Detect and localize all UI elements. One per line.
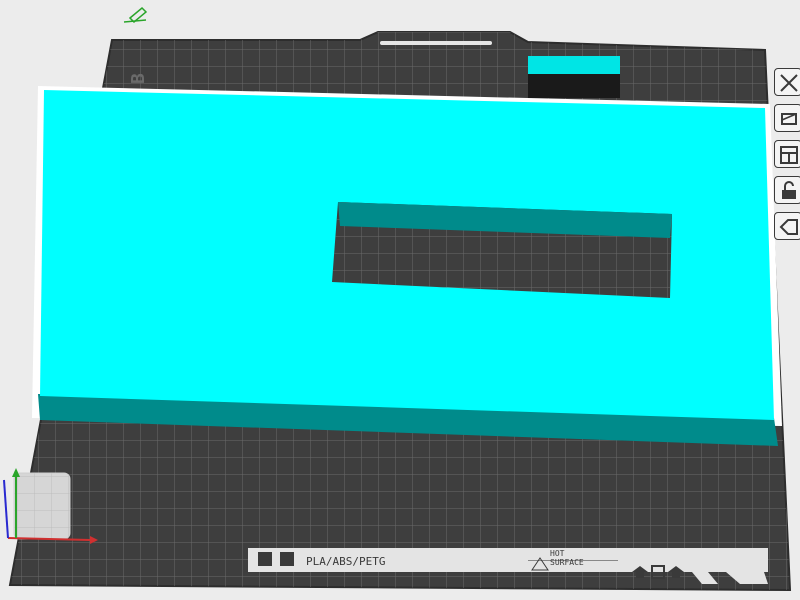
reslice-button[interactable]: [774, 104, 800, 132]
lock-button[interactable]: [774, 176, 800, 204]
bed-handle: [380, 41, 492, 45]
object-top-notch-dark: [528, 74, 620, 98]
erase-button[interactable]: [774, 212, 800, 240]
close-icon: [780, 74, 798, 92]
close-button[interactable]: [774, 68, 800, 96]
arrange-icon: [780, 146, 798, 164]
edit-icon[interactable]: [123, 6, 148, 24]
erase-icon: [779, 219, 798, 235]
hot-surface-text: HOT SURFACE: [550, 549, 584, 567]
bed-corner-pad: [13, 472, 71, 540]
lock-icon: [782, 181, 796, 199]
bed-label: PLA/ABS/PETG HOT SURFACE: [260, 549, 620, 569]
arrange-button[interactable]: [774, 140, 800, 168]
viewport-3d[interactable]: B: [0, 0, 800, 600]
reslice-icon: [781, 113, 797, 125]
filament-label: PLA/ABS/PETG: [306, 554, 386, 568]
object-top-notch: [528, 56, 620, 74]
bed-corner-text: B: [128, 73, 149, 84]
